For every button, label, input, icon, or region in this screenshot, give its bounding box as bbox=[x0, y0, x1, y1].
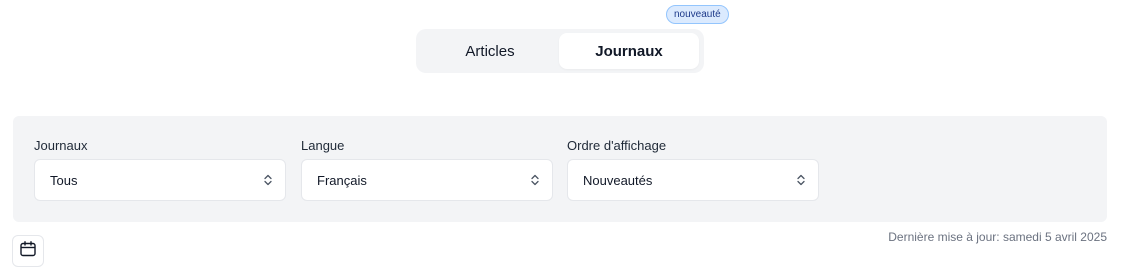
journaux-filter-label: Journaux bbox=[34, 138, 88, 153]
chevron-up-down-icon bbox=[530, 173, 540, 187]
ordre-filter: Ordre d'affichage Nouveautés bbox=[567, 138, 819, 201]
view-switcher: Articles Journaux bbox=[416, 29, 704, 73]
tab-articles-label: Articles bbox=[465, 42, 515, 60]
tab-journaux[interactable]: Journaux bbox=[559, 33, 699, 69]
filter-panel: Journaux Tous Langue Français Ordre d'af… bbox=[13, 116, 1107, 222]
langue-filter-label: Langue bbox=[301, 138, 345, 153]
ordre-select[interactable]: Nouveautés bbox=[567, 159, 819, 201]
journaux-select-value: Tous bbox=[50, 172, 78, 188]
page: Articles Journaux nouveauté Journaux Tou… bbox=[0, 0, 1122, 276]
langue-select-value: Français bbox=[317, 172, 367, 188]
ordre-select-value: Nouveautés bbox=[583, 172, 653, 188]
calendar-icon bbox=[19, 240, 37, 263]
chevron-up-down-icon bbox=[263, 173, 273, 187]
journaux-select[interactable]: Tous bbox=[34, 159, 286, 201]
journaux-filter: Journaux Tous bbox=[34, 138, 286, 201]
ordre-filter-label: Ordre d'affichage bbox=[567, 138, 667, 153]
langue-filter: Langue Français bbox=[301, 138, 553, 201]
last-update-text: Dernière mise à jour: samedi 5 avril 202… bbox=[888, 230, 1107, 244]
tab-journaux-label: Journaux bbox=[595, 42, 663, 60]
new-badge: nouveauté bbox=[666, 5, 729, 24]
tab-articles[interactable]: Articles bbox=[420, 33, 560, 69]
langue-select[interactable]: Français bbox=[301, 159, 553, 201]
chevron-up-down-icon bbox=[796, 173, 806, 187]
calendar-button[interactable] bbox=[12, 235, 44, 267]
